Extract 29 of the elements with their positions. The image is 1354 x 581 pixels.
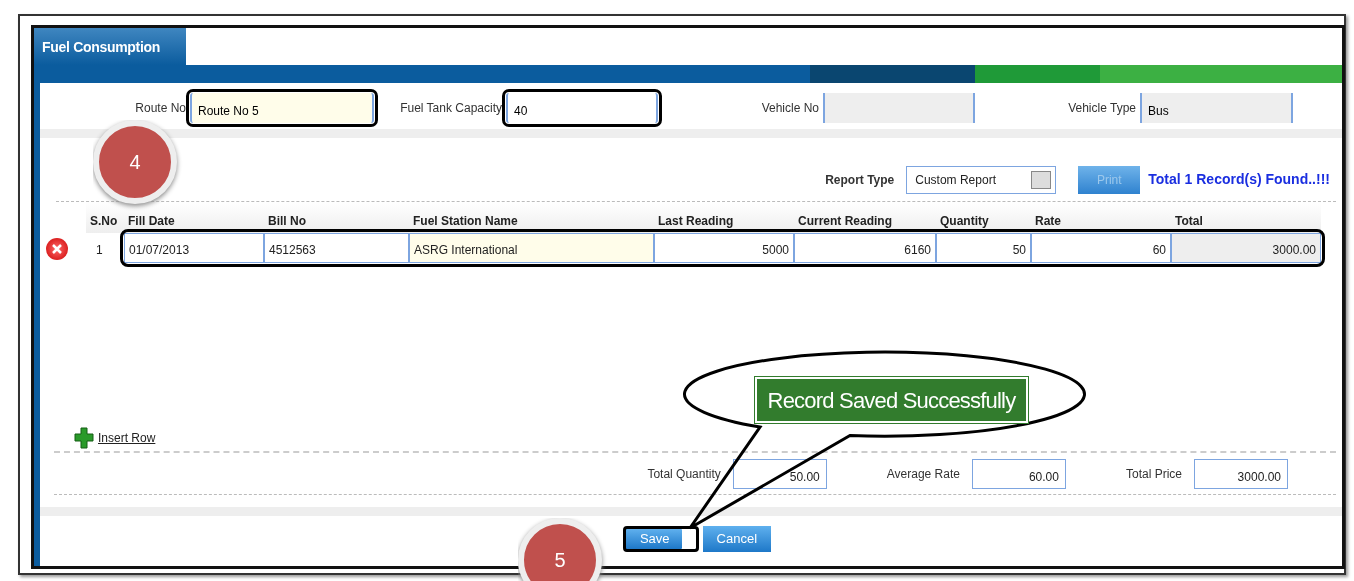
field-label: Average Rate bbox=[886, 465, 961, 483]
field-label: Total Quantity bbox=[647, 465, 722, 483]
table-cell[interactable]: 60 bbox=[1031, 233, 1171, 263]
table-cell[interactable]: 4512563 bbox=[264, 233, 409, 263]
table-cell[interactable]: 6160 bbox=[794, 233, 936, 263]
field-label: Total Price bbox=[1125, 465, 1183, 483]
table-cell[interactable]: 5000 bbox=[654, 233, 794, 263]
table-cell-text: 1 bbox=[95, 242, 104, 259]
success-message: Record Saved Successfully bbox=[755, 377, 1028, 423]
add-row-icon[interactable] bbox=[74, 427, 94, 449]
delete-row-icon[interactable] bbox=[46, 238, 68, 260]
table-cell: 3000.00 bbox=[1171, 233, 1321, 263]
table-cell[interactable]: 50 bbox=[936, 233, 1031, 263]
field-label: Vehicle No bbox=[760, 100, 820, 117]
field-label: Fuel Tank Capacity bbox=[399, 100, 503, 117]
field-label: Vehicle Type bbox=[1067, 100, 1137, 117]
table-cell[interactable]: 01/07/2013 bbox=[124, 233, 264, 263]
report-type-dropdown[interactable]: Custom Report bbox=[906, 165, 1057, 194]
table-cell[interactable]: ASRG International bbox=[409, 233, 654, 263]
field-label: Report Type bbox=[825, 171, 896, 189]
text-field[interactable]: Bus bbox=[1140, 93, 1293, 123]
text-field[interactable] bbox=[823, 93, 975, 123]
window-title-tab[interactable]: Fuel Consumption bbox=[34, 28, 186, 65]
record-count: Total 1 Record(s) Found..!!! bbox=[1148, 170, 1330, 189]
total-field: 3000.00 bbox=[1194, 458, 1288, 489]
total-field: 60.00 bbox=[971, 458, 1066, 489]
field-label: Route No bbox=[134, 100, 187, 117]
insert-row-link[interactable]: Insert Row bbox=[98, 429, 156, 447]
total-field: 50.00 bbox=[732, 458, 827, 489]
